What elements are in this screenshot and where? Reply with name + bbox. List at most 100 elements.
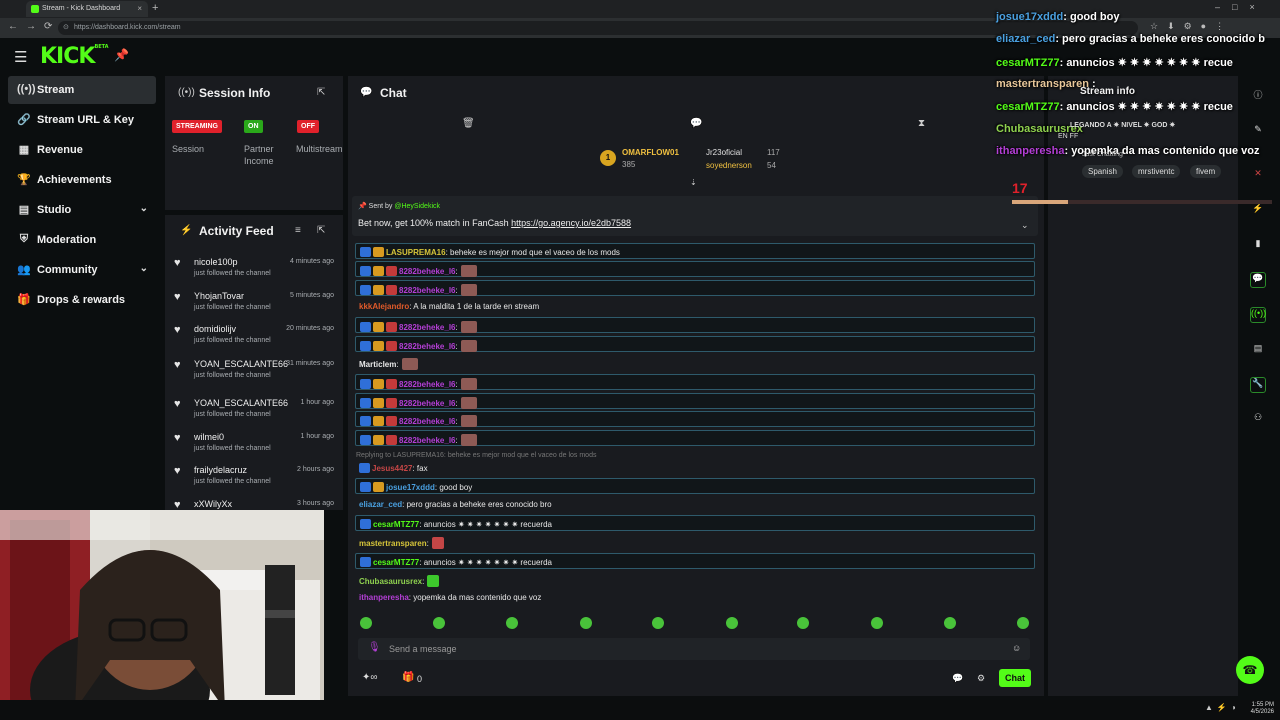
close-icon[interactable]: ✕ [1250, 168, 1266, 184]
broadcast-icon[interactable]: ((•)) [1250, 307, 1266, 323]
chevron-down-icon[interactable]: ⌄ [140, 263, 148, 274]
hourglass-icon[interactable]: ⧗ [918, 118, 925, 129]
chat-message[interactable]: eliazar_ced: pero gracias a beheke eres … [355, 497, 1035, 513]
emote-icon[interactable] [360, 617, 372, 629]
lightning-icon[interactable]: ⚡ [1250, 203, 1266, 219]
chat-message[interactable]: Jesus4427: fax [355, 460, 1035, 476]
chat-username[interactable]: mastertransparen [359, 539, 427, 548]
chat-icon[interactable]: 💬 [1250, 272, 1266, 288]
wrench-icon[interactable]: 🔧 [1250, 377, 1266, 393]
sidebar-item-achievements[interactable]: 🏆 Achievements [8, 166, 156, 194]
emote-icon[interactable] [652, 617, 664, 629]
feed-username[interactable]: xXWilyXx [194, 499, 232, 509]
sidebar-item-studio[interactable]: ▤ Studio ⌄ [8, 196, 156, 224]
chat-username[interactable]: Jesus4427 [372, 464, 412, 473]
infinite-icon[interactable]: ✦∞ [362, 672, 378, 683]
chat-username[interactable]: 8282beheke_l6 [399, 286, 456, 295]
sidebar-item-revenue[interactable]: ▦ Revenue [8, 136, 156, 164]
nav-buttons[interactable]: ←→⟳ [8, 21, 60, 32]
emote-icon[interactable] [580, 617, 592, 629]
emoji-icon[interactable]: ☺ [1012, 643, 1021, 653]
chat-username[interactable]: cesarMTZ77 [373, 558, 419, 567]
chat-message[interactable]: Marticlem: [355, 355, 1035, 371]
pinned-link[interactable]: https://go.agency.io/e2db7588 [511, 218, 631, 228]
sidebar-item-community[interactable]: 👥 Community ⌄ [8, 256, 156, 284]
chat-message[interactable]: 8282beheke_l6: [355, 393, 1035, 409]
browser-tab[interactable]: Stream - Kick Dashboard × [26, 1, 148, 17]
gifter-name[interactable]: OMARFLOW01 [622, 148, 679, 157]
chat-username[interactable]: Chubasaurusrex [359, 577, 422, 586]
chat-username[interactable]: 8282beheke_l6 [399, 417, 456, 426]
mic-icon[interactable]: 🎙 [368, 642, 381, 653]
filter-icon[interactable]: ≡ [295, 225, 301, 236]
chat-message[interactable]: mastertransparen: [355, 534, 1035, 550]
trash-icon[interactable]: 🗑 [462, 118, 475, 129]
popout-icon[interactable]: ⇱ [317, 87, 325, 98]
sidebar-item-drops[interactable]: 🎁 Drops & rewards [8, 286, 156, 314]
book-icon[interactable]: ▮ [1250, 238, 1266, 254]
chat-username[interactable]: cesarMTZ77 [373, 520, 419, 529]
chevron-down-icon[interactable]: ⌄ [1021, 220, 1029, 231]
layout-icon[interactable]: ▤ [1250, 343, 1266, 359]
chat-username[interactable]: josue17xddd [386, 483, 435, 492]
tray-icons[interactable]: ▲⚡◑ [1205, 703, 1240, 712]
emote-icon[interactable] [871, 617, 883, 629]
menu-icon[interactable]: ☰ [14, 48, 27, 66]
kick-logo[interactable]: KICKBETA [40, 44, 109, 69]
gift-icon[interactable]: 🎁 [402, 672, 414, 683]
pinned-sender[interactable]: @HeySidekick [394, 203, 440, 210]
feed-username[interactable]: nicole100p [194, 257, 238, 267]
chat-mode-icon[interactable]: 💬 [690, 118, 702, 129]
chat-username[interactable]: 8282beheke_l6 [399, 342, 456, 351]
message-input[interactable]: 🎙 Send a message ☺ [358, 638, 1030, 660]
emote-icon[interactable] [797, 617, 809, 629]
stream-tag[interactable]: fivem [1190, 165, 1222, 178]
chat-username[interactable]: 8282beheke_l6 [399, 380, 456, 389]
chat-message[interactable]: josue17xddd: good boy [355, 478, 1035, 494]
edit-icon[interactable]: ✎ [1250, 124, 1266, 140]
gear-icon[interactable]: ⚙ [977, 673, 985, 684]
chat-message[interactable]: 8282beheke_l6: [355, 317, 1035, 333]
chat-message[interactable]: 8282beheke_l6: [355, 374, 1035, 390]
popout-icon[interactable]: ⇱ [317, 225, 325, 236]
chevron-down-icon[interactable]: ⌄ [140, 203, 148, 214]
chat-username[interactable]: LASUPREMA16 [386, 248, 446, 257]
chat-username[interactable]: ithanperesha [359, 593, 409, 602]
feed-username[interactable]: YhojanTovar [194, 291, 244, 301]
chat-username[interactable]: 8282beheke_l6 [399, 399, 456, 408]
sidebar-item-stream[interactable]: ((•)) Stream [8, 76, 156, 104]
chat-message[interactable]: 8282beheke_l6: [355, 261, 1035, 277]
chat-message[interactable]: LASUPREMA16: beheke es mejor mod que el … [355, 243, 1035, 259]
chat-message[interactable]: 8282beheke_l6: [355, 336, 1035, 352]
window-controls[interactable]: –□× [1215, 2, 1267, 12]
sidebar-item-moderation[interactable]: ⛨ Moderation [8, 226, 156, 254]
feed-username[interactable]: frailydelacruz [194, 465, 247, 475]
url-input[interactable]: ⊙ https://dashboard.kick.com/stream [58, 21, 1138, 35]
gifter-name[interactable]: Jr23oficial [706, 148, 742, 157]
emote-icon[interactable] [944, 617, 956, 629]
expand-icon[interactable]: ⇣ [690, 178, 697, 187]
info-icon[interactable]: ⓘ [1250, 88, 1266, 104]
emote-icon[interactable] [433, 617, 445, 629]
chat-message[interactable]: ithanperesha: yopemka da mas contenido q… [355, 590, 1035, 606]
chat-username[interactable]: 8282beheke_l6 [399, 267, 456, 276]
emote-icon[interactable] [726, 617, 738, 629]
sidebar-item-stream-url[interactable]: 🔗 Stream URL & Key [8, 106, 156, 134]
chat-username[interactable]: eliazar_ced [359, 500, 402, 509]
chat-message[interactable]: cesarMTZ77: anuncios ✷ ✷ ✷ ✷ ✷ ✷ ✷ recue… [355, 515, 1035, 531]
pin-icon[interactable]: 📌 [114, 48, 129, 62]
gifter-name[interactable]: soyednerson [706, 161, 752, 170]
chat-message[interactable]: cesarMTZ77: anuncios ✷ ✷ ✷ ✷ ✷ ✷ ✷ recue… [355, 553, 1035, 569]
chat-username[interactable]: 8282beheke_l6 [399, 436, 456, 445]
stream-tag[interactable]: mrstiventc [1132, 165, 1181, 178]
emote-icon[interactable] [1017, 617, 1029, 629]
chat-message[interactable]: 8282beheke_l6: [355, 430, 1035, 446]
chat-message[interactable]: 8282beheke_l6: [355, 411, 1035, 427]
chat-username[interactable]: Marticlem [359, 360, 396, 369]
emote-icon[interactable] [506, 617, 518, 629]
clock[interactable]: 1:55 PM 4/5/2026 [1244, 702, 1274, 716]
close-tab-icon[interactable]: × [137, 4, 142, 13]
send-chat-button[interactable]: Chat [999, 669, 1031, 687]
chat-message[interactable]: Chubasaurusrex: [355, 572, 1035, 588]
new-tab-icon[interactable]: + [152, 2, 158, 14]
